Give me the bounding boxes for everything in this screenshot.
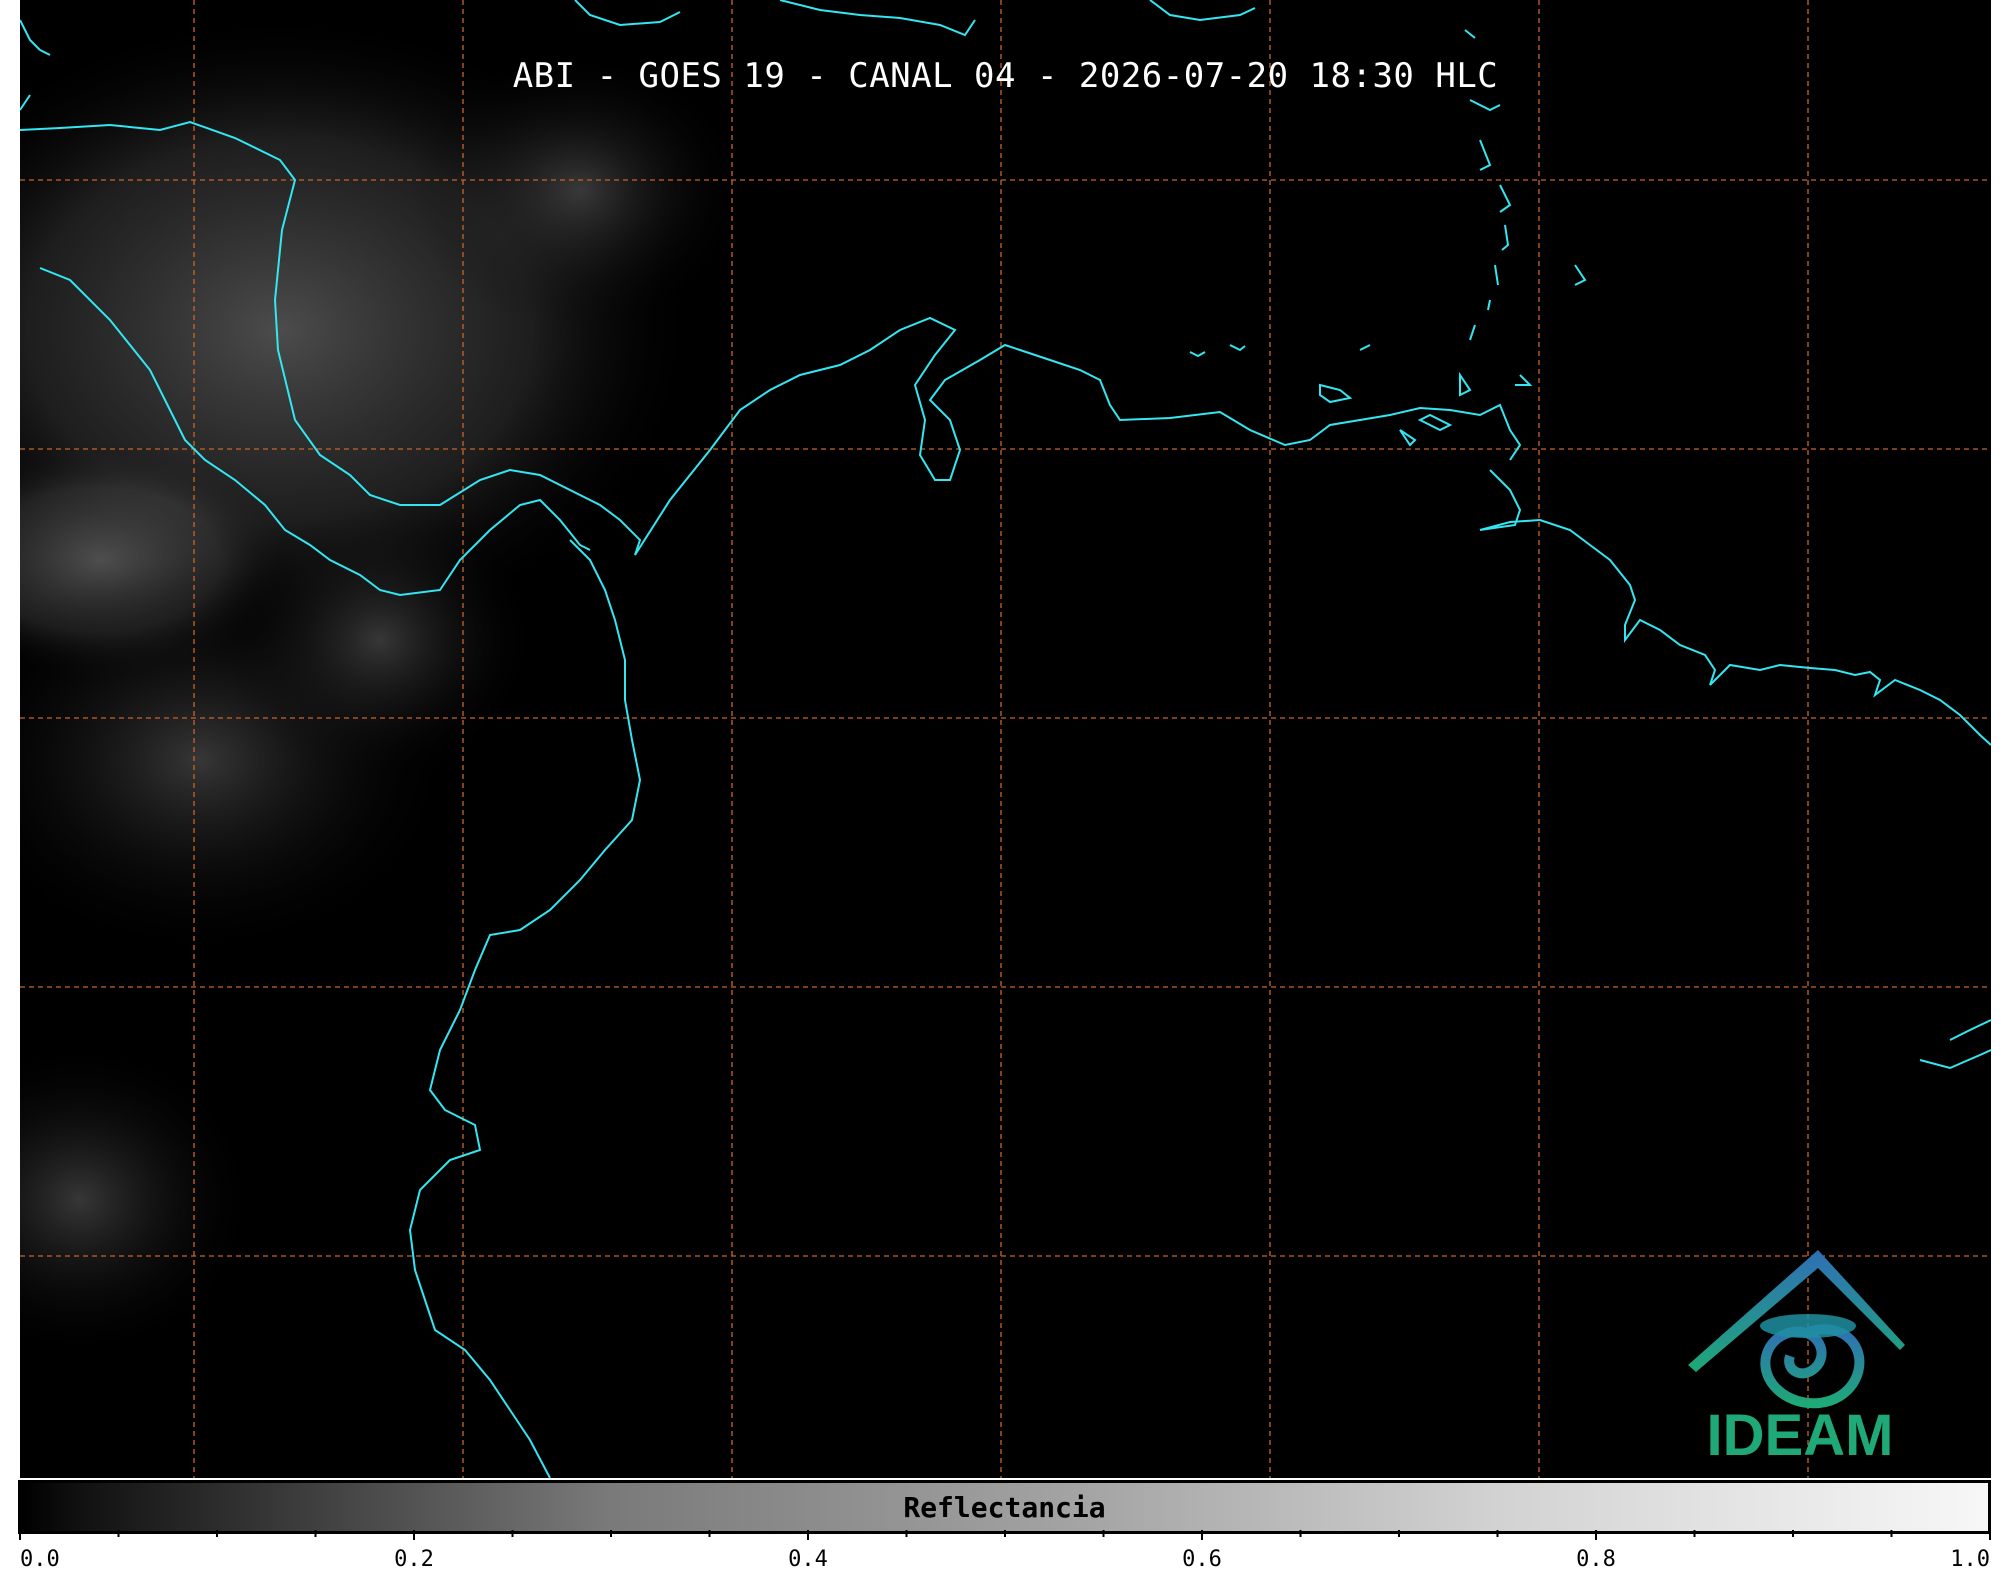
spiral-icon [1760, 1324, 1865, 1409]
map-title: ABI - GOES 19 - CANAL 04 - 2026-07-20 18… [512, 56, 1499, 96]
colorbar-label: Reflectancia [903, 1491, 1106, 1524]
colorbar-tick-labels: 0.0 0.2 0.4 0.6 0.8 1.0 [20, 1547, 1990, 1572]
coastline-hispaniola-pr [1189, 344, 1371, 404]
coastline-venezuela [1479, 469, 1991, 746]
coastline-colombia-caribbean [634, 316, 1522, 556]
colorbar-tick-label: 0.0 [20, 1547, 60, 1572]
logo-text: IDEAM [1707, 1403, 1894, 1468]
colorbar-tick-label: 0.8 [1576, 1547, 1616, 1572]
colorbar-tick-label: 0.2 [394, 1547, 434, 1572]
mountain-roof-icon [1688, 1250, 1905, 1372]
colorbar-tick-label: 1.0 [1950, 1547, 1990, 1572]
coastline-cuba [574, 0, 1256, 37]
colorbar: Reflectancia [18, 1480, 1991, 1534]
satellite-map: ABI - GOES 19 - CANAL 04 - 2026-07-20 18… [20, 0, 1991, 1478]
colorbar-tick-label: 0.6 [1182, 1547, 1222, 1572]
cloud-imagery [20, 10, 750, 1360]
coastline-guyana [1919, 1019, 1991, 1070]
ideam-logo: IDEAM [1688, 1250, 1905, 1468]
colorbar-tick-label: 0.4 [788, 1547, 828, 1572]
colorbar-ticks: 0.0 0.2 0.4 0.6 0.8 1.0 [19, 1530, 1991, 1572]
colorbar-tick-marks [19, 1530, 1991, 1540]
